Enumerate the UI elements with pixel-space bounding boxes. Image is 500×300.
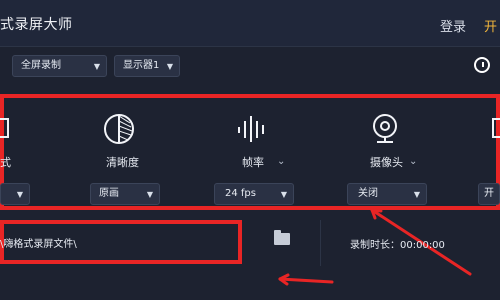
folder-icon[interactable] bbox=[274, 230, 290, 245]
arrow-icon bbox=[278, 273, 334, 286]
save-path-text[interactable]: \嗨格式录屏文件\ bbox=[0, 235, 77, 250]
record-duration: 录制时长：00:00:00 bbox=[350, 240, 445, 251]
vertical-divider bbox=[320, 220, 321, 266]
